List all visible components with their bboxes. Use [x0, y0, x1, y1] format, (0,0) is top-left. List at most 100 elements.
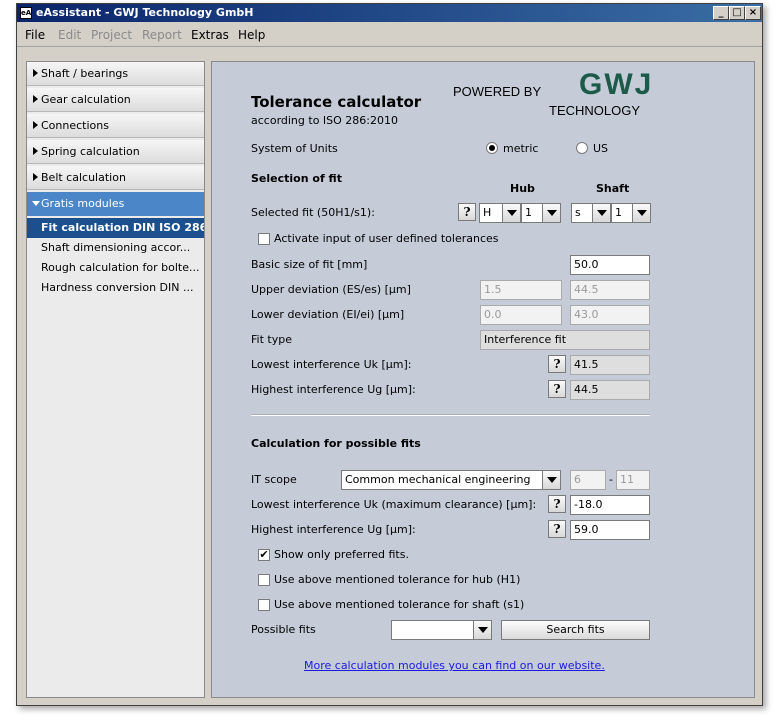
question-icon: ?: [553, 522, 561, 536]
preferred-fits-label: Show only preferred fits.: [274, 548, 409, 561]
max-clearance-field[interactable]: -18.0: [570, 495, 650, 515]
menu-edit[interactable]: Edit: [58, 28, 81, 42]
page-title: Tolerance calculator: [251, 93, 422, 111]
us-radio[interactable]: [576, 142, 588, 154]
possible-section-title: Calculation for possible fits: [251, 437, 421, 450]
sidebar-item-label: Shaft / bearings: [41, 67, 129, 80]
sidebar-subitem-shaft-dimensioning[interactable]: Shaft dimensioning accor...: [27, 238, 204, 258]
upper-deviation-hub-field[interactable]: 1.5: [480, 280, 562, 300]
sidebar-item-connections[interactable]: Connections: [27, 114, 204, 138]
title-bar: eA eAssistant - GWJ Technology GmbH _ □ …: [17, 4, 762, 22]
use-hub-tolerance-checkbox[interactable]: [258, 574, 270, 586]
chevron-right-icon: [33, 69, 38, 77]
checkmark-icon: ✔: [259, 548, 269, 561]
chevron-down-icon[interactable]: [542, 471, 560, 489]
fit-section-title: Selection of fit: [251, 172, 342, 185]
chevron-right-icon: [33, 173, 38, 181]
minimize-button[interactable]: _: [713, 6, 729, 20]
window-title: eAssistant - GWJ Technology GmbH: [36, 6, 254, 19]
sidebar-item-label: Spring calculation: [41, 145, 140, 158]
menu-project[interactable]: Project: [91, 28, 132, 42]
chevron-down-icon: [32, 201, 40, 206]
chevron-down-icon[interactable]: [632, 204, 650, 222]
lower-deviation-shaft-field[interactable]: 43.0: [570, 305, 650, 325]
search-fits-button[interactable]: Search fits: [501, 620, 650, 640]
chevron-down-icon[interactable]: [473, 621, 491, 639]
menu-help[interactable]: Help: [238, 28, 265, 42]
main-panel: Tolerance calculator according to ISO 28…: [211, 61, 755, 698]
help-button[interactable]: ?: [548, 355, 566, 373]
website-link[interactable]: More calculation modules you can find on…: [304, 659, 605, 672]
highest-interference-field: 44.5: [570, 380, 650, 400]
highest-interference-limit-field[interactable]: 59.0: [570, 520, 650, 540]
chevron-right-icon: [33, 121, 38, 129]
close-icon: ×: [748, 7, 758, 18]
metric-radio[interactable]: [486, 142, 498, 154]
chevron-down-icon[interactable]: [542, 204, 560, 222]
sidebar-item-label: Gear calculation: [41, 93, 131, 106]
it-to-field[interactable]: 11: [616, 470, 650, 490]
hub-letter-select[interactable]: H: [479, 203, 521, 223]
preferred-fits-checkbox[interactable]: ✔: [258, 549, 270, 561]
selected-fit-label: Selected fit (50H1/s1):: [251, 206, 375, 219]
use-shaft-tolerance-checkbox[interactable]: [258, 599, 270, 611]
question-icon: ?: [463, 205, 471, 219]
highest-interference-limit-label: Highest interference Ug [µm]:: [251, 523, 416, 536]
close-button[interactable]: ×: [745, 6, 761, 20]
fit-type-field: Interference fit: [480, 330, 650, 350]
section-divider: [251, 414, 650, 416]
sidebar-item-shaft-bearings[interactable]: Shaft / bearings: [27, 62, 204, 86]
metric-label: metric: [503, 142, 539, 155]
chevron-right-icon: [33, 95, 38, 103]
shaft-grade-select[interactable]: 1: [611, 203, 651, 223]
upper-deviation-label: Upper deviation (ES/es) [µm]: [251, 283, 411, 296]
menu-file[interactable]: File: [25, 28, 45, 42]
it-range-dash: -: [609, 473, 613, 486]
sidebar-subitem-fit-calculation[interactable]: Fit calculation DIN ISO 286: [27, 218, 204, 238]
upper-deviation-shaft-field[interactable]: 44.5: [570, 280, 650, 300]
maximize-icon: □: [732, 7, 742, 18]
fit-type-label: Fit type: [251, 333, 292, 346]
user-tolerances-checkbox[interactable]: [258, 233, 270, 245]
chevron-down-icon[interactable]: [592, 204, 610, 222]
help-button[interactable]: ?: [458, 203, 476, 221]
app-icon: eA: [20, 7, 32, 19]
lowest-interference-label: Lowest interference Uk [µm]:: [251, 358, 412, 371]
sidebar: Shaft / bearings Gear calculation Connec…: [26, 61, 205, 698]
sidebar-item-belt-calculation[interactable]: Belt calculation: [27, 166, 204, 190]
question-icon: ?: [553, 357, 561, 371]
chevron-down-icon[interactable]: [502, 204, 520, 222]
basic-size-field[interactable]: 50.0: [570, 255, 650, 275]
page-subtitle: according to ISO 286:2010: [251, 114, 399, 127]
question-icon: ?: [553, 497, 561, 511]
maximize-button[interactable]: □: [729, 6, 745, 20]
question-icon: ?: [553, 382, 561, 396]
sidebar-item-spring-calculation[interactable]: Spring calculation: [27, 140, 204, 164]
shaft-letter-select[interactable]: s: [571, 203, 611, 223]
possible-fits-label: Possible fits: [251, 623, 316, 636]
hub-grade-select[interactable]: 1: [521, 203, 561, 223]
help-button[interactable]: ?: [548, 495, 566, 513]
minimize-icon: _: [718, 7, 724, 18]
basic-size-label: Basic size of fit [mm]: [251, 258, 368, 271]
lower-deviation-label: Lower deviation (EI/ei) [µm]: [251, 308, 405, 321]
application-window: eA eAssistant - GWJ Technology GmbH _ □ …: [16, 3, 763, 706]
menu-bar: File Edit Project Report Extras Help: [17, 23, 762, 47]
us-label: US: [593, 142, 609, 155]
it-from-field[interactable]: 6: [570, 470, 606, 490]
it-scope-label: IT scope: [251, 473, 297, 486]
chevron-right-icon: [33, 147, 38, 155]
menu-report[interactable]: Report: [142, 28, 182, 42]
possible-fits-select[interactable]: [391, 620, 492, 640]
use-shaft-tolerance-label: Use above mentioned tolerance for shaft …: [274, 598, 525, 611]
sidebar-subitem-rough-calculation[interactable]: Rough calculation for bolte...: [27, 258, 204, 278]
sidebar-subitem-hardness-conversion[interactable]: Hardness conversion DIN ...: [27, 278, 204, 298]
menu-extras[interactable]: Extras: [191, 28, 229, 42]
it-scope-select[interactable]: Common mechanical engineering: [341, 470, 561, 490]
sidebar-item-label: Connections: [41, 119, 109, 132]
lower-deviation-hub-field[interactable]: 0.0: [480, 305, 562, 325]
help-button[interactable]: ?: [548, 380, 566, 398]
sidebar-item-gratis-modules[interactable]: Gratis modules: [27, 192, 204, 216]
help-button[interactable]: ?: [548, 520, 566, 538]
sidebar-item-gear-calculation[interactable]: Gear calculation: [27, 88, 204, 112]
